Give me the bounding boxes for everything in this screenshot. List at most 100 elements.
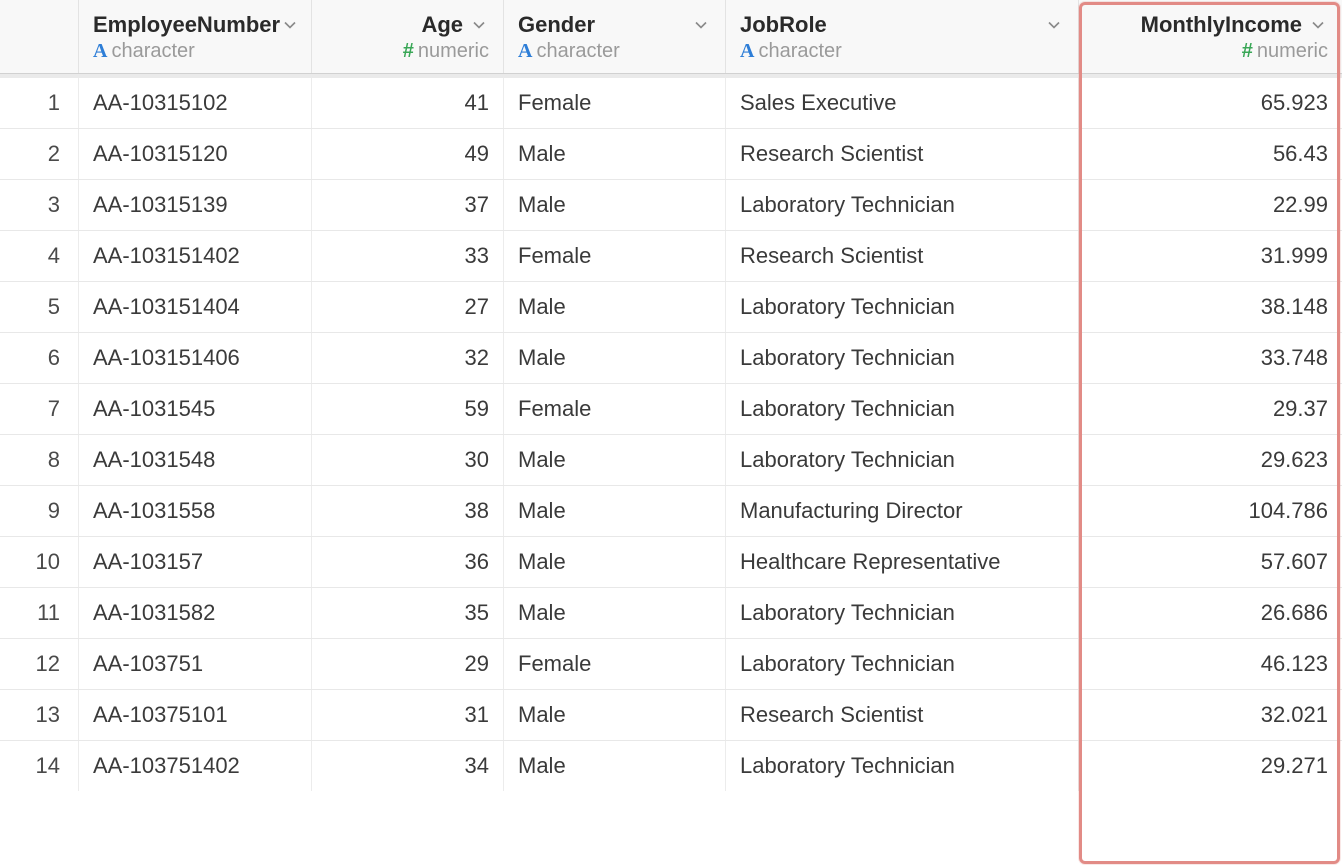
cell-employeenumber: AA-1031558	[78, 486, 311, 536]
chevron-down-icon[interactable]	[280, 15, 300, 35]
cell-employeenumber: AA-10315139	[78, 180, 311, 230]
cell-age: 33	[311, 231, 503, 281]
data-table: EmployeeNumber A character Age # numeric	[0, 0, 1342, 791]
cell-age: 41	[311, 78, 503, 128]
cell-gender: Female	[503, 639, 725, 689]
row-number: 13	[0, 690, 78, 740]
chevron-down-icon[interactable]	[691, 15, 711, 35]
cell-jobrole: Laboratory Technician	[725, 435, 1078, 485]
cell-gender: Female	[503, 78, 725, 128]
column-header-jobrole[interactable]: JobRole A character	[725, 0, 1078, 73]
chevron-down-icon[interactable]	[469, 15, 489, 35]
chevron-down-icon[interactable]	[1044, 15, 1064, 35]
column-type-label: numeric	[418, 40, 489, 63]
cell-jobrole: Healthcare Representative	[725, 537, 1078, 587]
row-number: 2	[0, 129, 78, 179]
cell-age: 27	[311, 282, 503, 332]
cell-age: 32	[311, 333, 503, 383]
table-row[interactable]: 13AA-1037510131MaleResearch Scientist32.…	[0, 689, 1342, 740]
row-number: 14	[0, 741, 78, 791]
cell-monthlyincome: 29.271	[1078, 741, 1342, 791]
cell-jobrole: Manufacturing Director	[725, 486, 1078, 536]
table-row[interactable]: 4AA-10315140233FemaleResearch Scientist3…	[0, 230, 1342, 281]
column-type-label: character	[111, 40, 194, 63]
cell-gender: Male	[503, 333, 725, 383]
cell-employeenumber: AA-1031545	[78, 384, 311, 434]
cell-jobrole: Research Scientist	[725, 129, 1078, 179]
row-number-header	[0, 0, 78, 73]
column-title: Gender	[518, 12, 595, 38]
cell-jobrole: Laboratory Technician	[725, 639, 1078, 689]
table-row[interactable]: 12AA-10375129FemaleLaboratory Technician…	[0, 638, 1342, 689]
column-header-employeenumber[interactable]: EmployeeNumber A character	[78, 0, 311, 73]
column-type-label: character	[536, 40, 619, 63]
column-type-label: character	[758, 40, 841, 63]
table-header: EmployeeNumber A character Age # numeric	[0, 0, 1342, 73]
cell-employeenumber: AA-103751402	[78, 741, 311, 791]
row-number: 12	[0, 639, 78, 689]
row-number: 7	[0, 384, 78, 434]
cell-employeenumber: AA-10315120	[78, 129, 311, 179]
cell-monthlyincome: 29.623	[1078, 435, 1342, 485]
column-title: JobRole	[740, 12, 827, 38]
cell-jobrole: Laboratory Technician	[725, 282, 1078, 332]
character-type-icon: A	[93, 40, 107, 63]
table-row[interactable]: 8AA-103154830MaleLaboratory Technician29…	[0, 434, 1342, 485]
cell-employeenumber: AA-10315102	[78, 78, 311, 128]
column-header-monthlyincome[interactable]: MonthlyIncome # numeric	[1078, 0, 1342, 73]
cell-age: 37	[311, 180, 503, 230]
table-row[interactable]: 5AA-10315140427MaleLaboratory Technician…	[0, 281, 1342, 332]
cell-age: 29	[311, 639, 503, 689]
cell-gender: Male	[503, 435, 725, 485]
row-number: 5	[0, 282, 78, 332]
table-row[interactable]: 7AA-103154559FemaleLaboratory Technician…	[0, 383, 1342, 434]
cell-gender: Female	[503, 384, 725, 434]
column-header-age[interactable]: Age # numeric	[311, 0, 503, 73]
column-title: EmployeeNumber	[93, 12, 280, 38]
row-number: 1	[0, 78, 78, 128]
cell-employeenumber: AA-1031548	[78, 435, 311, 485]
cell-employeenumber: AA-103151404	[78, 282, 311, 332]
cell-gender: Male	[503, 129, 725, 179]
table-row[interactable]: 1AA-1031510241FemaleSales Executive65.92…	[0, 78, 1342, 128]
cell-employeenumber: AA-103751	[78, 639, 311, 689]
column-title: MonthlyIncome	[1093, 12, 1308, 38]
table-row[interactable]: 10AA-10315736MaleHealthcare Representati…	[0, 536, 1342, 587]
table-row[interactable]: 2AA-1031512049MaleResearch Scientist56.4…	[0, 128, 1342, 179]
cell-monthlyincome: 22.99	[1078, 180, 1342, 230]
cell-gender: Male	[503, 690, 725, 740]
cell-employeenumber: AA-103151406	[78, 333, 311, 383]
column-title: Age	[326, 12, 469, 38]
cell-age: 38	[311, 486, 503, 536]
cell-jobrole: Research Scientist	[725, 231, 1078, 281]
cell-age: 35	[311, 588, 503, 638]
cell-jobrole: Laboratory Technician	[725, 588, 1078, 638]
cell-gender: Male	[503, 741, 725, 791]
cell-gender: Male	[503, 537, 725, 587]
cell-monthlyincome: 33.748	[1078, 333, 1342, 383]
table-row[interactable]: 14AA-10375140234MaleLaboratory Technicia…	[0, 740, 1342, 791]
table-row[interactable]: 11AA-103158235MaleLaboratory Technician2…	[0, 587, 1342, 638]
cell-monthlyincome: 57.607	[1078, 537, 1342, 587]
row-number: 9	[0, 486, 78, 536]
cell-age: 31	[311, 690, 503, 740]
table-row[interactable]: 6AA-10315140632MaleLaboratory Technician…	[0, 332, 1342, 383]
cell-jobrole: Laboratory Technician	[725, 180, 1078, 230]
table-row[interactable]: 3AA-1031513937MaleLaboratory Technician2…	[0, 179, 1342, 230]
cell-jobrole: Research Scientist	[725, 690, 1078, 740]
row-number: 10	[0, 537, 78, 587]
cell-gender: Female	[503, 231, 725, 281]
cell-jobrole: Laboratory Technician	[725, 333, 1078, 383]
cell-employeenumber: AA-103157	[78, 537, 311, 587]
row-number: 11	[0, 588, 78, 638]
column-header-gender[interactable]: Gender A character	[503, 0, 725, 73]
cell-age: 49	[311, 129, 503, 179]
chevron-down-icon[interactable]	[1308, 15, 1328, 35]
numeric-type-icon: #	[403, 40, 414, 63]
table-row[interactable]: 9AA-103155838MaleManufacturing Director1…	[0, 485, 1342, 536]
cell-monthlyincome: 56.43	[1078, 129, 1342, 179]
cell-gender: Male	[503, 282, 725, 332]
cell-monthlyincome: 32.021	[1078, 690, 1342, 740]
table-body: 1AA-1031510241FemaleSales Executive65.92…	[0, 78, 1342, 791]
row-number: 3	[0, 180, 78, 230]
